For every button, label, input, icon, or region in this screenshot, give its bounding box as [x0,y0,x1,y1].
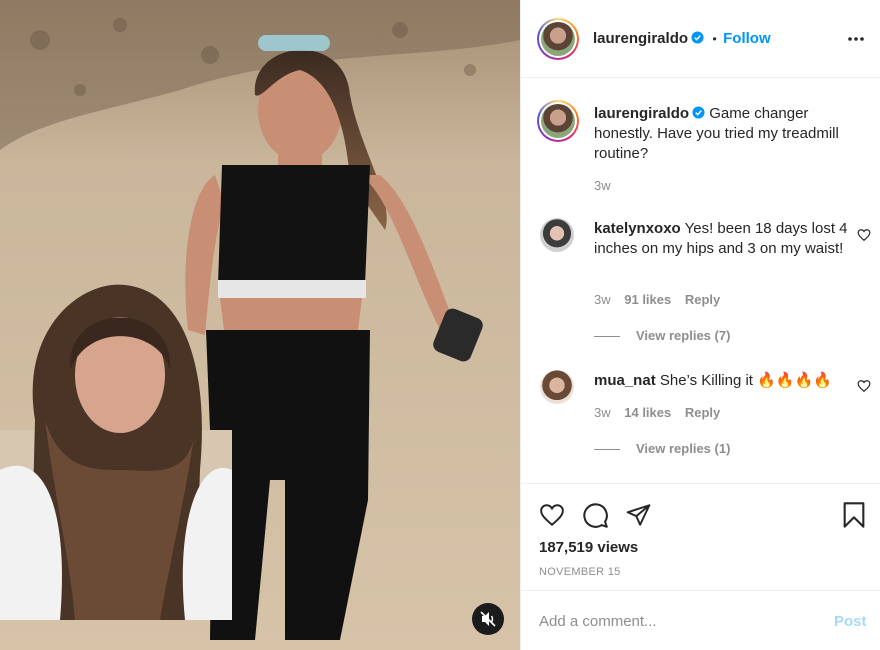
commenter-avatar[interactable] [540,218,574,252]
comment-text: She’s Killing it 🔥🔥🔥🔥 [659,372,832,389]
reply-button[interactable]: Reply [685,292,720,307]
view-replies-button[interactable]: View replies (1) [594,441,730,456]
post-header: laurengiraldo • Follow [521,0,880,78]
author-avatar[interactable] [537,18,579,60]
post-actions-bar: 187,519 views NOVEMBER 15 [521,483,880,590]
post-comment-button[interactable]: Post [834,613,867,630]
divider-line [594,336,620,338]
comment-meta: 3w 14 likes Reply [594,405,720,420]
view-replies-button[interactable]: View replies (7) [594,328,730,343]
caption-username[interactable]: laurengiraldo [594,105,689,122]
caption-author-avatar[interactable] [537,100,579,142]
comment-time[interactable]: 3w [594,405,611,420]
add-comment-bar: Add a comment... Post [521,590,880,650]
comment-username[interactable]: mua_nat [594,372,656,389]
muted-speaker-icon [480,611,496,627]
view-count[interactable]: 187,519 views [539,539,638,556]
video-frame [0,0,520,650]
verified-badge-icon [692,106,705,119]
post-details-panel: laurengiraldo • Follow laurengiraldo Gam… [520,0,880,650]
comment-username[interactable]: katelynxoxo [594,220,681,237]
comment-input[interactable]: Add a comment... [539,613,657,630]
follow-button[interactable]: Follow [723,30,771,47]
save-bookmark-icon[interactable] [842,501,866,529]
share-paper-plane-icon[interactable] [625,502,652,528]
view-replies-label: View replies (7) [636,328,731,343]
comment-time[interactable]: 3w [594,292,611,307]
author-username[interactable]: laurengiraldo [593,30,688,47]
comment-likes[interactable]: 14 likes [624,405,671,420]
caption: laurengiraldo Game changer honestly. Hav… [594,104,864,164]
divider-line [594,449,620,451]
reply-button[interactable]: Reply [685,405,720,420]
comment-item: katelynxoxo Yes! been 18 days lost 4 inc… [594,219,852,259]
caption-time[interactable]: 3w [594,178,611,193]
comment-bubble-icon[interactable] [582,502,609,529]
like-comment-heart-icon[interactable] [857,228,871,242]
comment-meta: 3w 91 likes Reply [594,292,720,307]
more-options-icon[interactable] [847,36,865,42]
comments-list[interactable]: laurengiraldo Game changer honestly. Hav… [521,78,880,483]
like-heart-icon[interactable] [538,502,566,528]
commenter-avatar[interactable] [540,370,574,404]
comment-likes[interactable]: 91 likes [624,292,671,307]
comment-item: mua_nat She’s Killing it 🔥🔥🔥🔥 [594,371,852,391]
header-separator: • [712,32,717,46]
verified-badge-icon [691,31,704,44]
view-replies-label: View replies (1) [636,441,731,456]
like-comment-heart-icon[interactable] [857,379,871,393]
unmute-button[interactable] [472,603,504,635]
post-video[interactable] [0,0,520,650]
post-date[interactable]: NOVEMBER 15 [539,566,621,578]
